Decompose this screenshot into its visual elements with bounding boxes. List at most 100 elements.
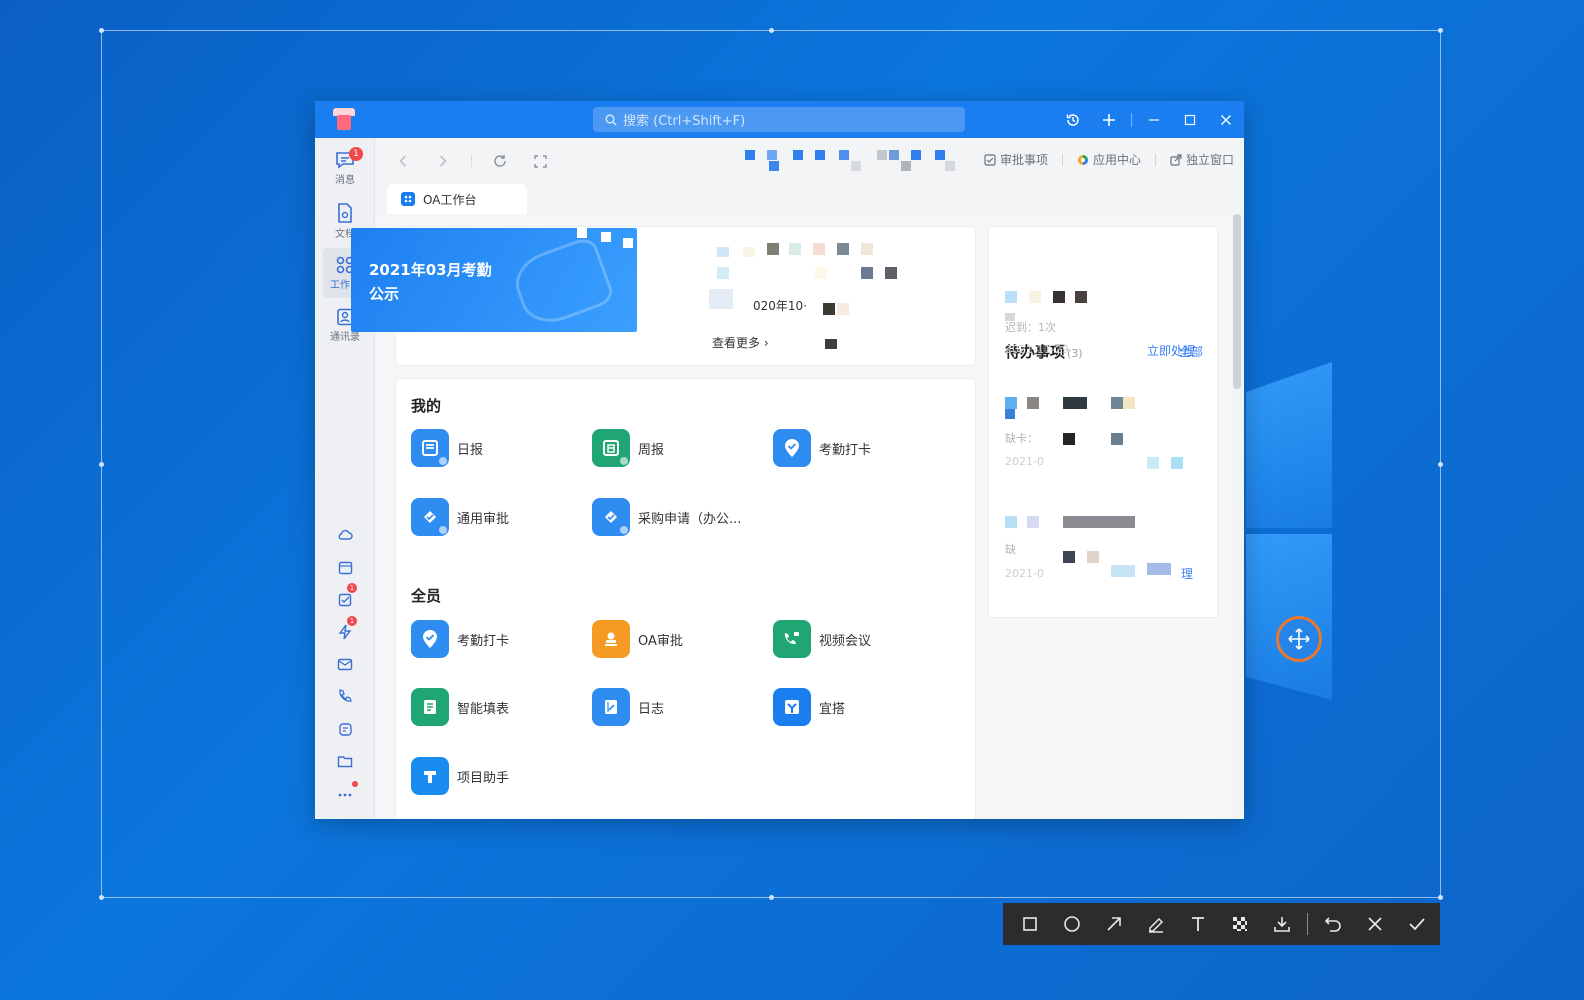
notes-icon[interactable] [335,719,355,739]
all-section-title: 全员 [411,587,442,605]
mail-icon[interactable] [335,654,355,674]
fullscreen-button[interactable] [530,151,550,171]
selection-handle[interactable] [1438,28,1443,33]
selection-handle[interactable] [99,462,104,467]
process-now-button[interactable]: 立即处理 [1147,342,1195,359]
divider [1307,913,1308,935]
app-label: 宜搭 [819,701,846,717]
search-placeholder: 搜索 (Ctrl+Shift+F) [623,114,746,129]
phone-icon[interactable] [335,686,355,706]
forward-button[interactable] [433,151,453,171]
chevron-right-icon: › [763,336,769,350]
approvals-link[interactable]: 审批事项 [984,151,1048,168]
unread-badge: 1 [349,147,363,161]
app-label: 智能填表 [457,701,510,717]
video-call-icon [773,620,811,658]
cancel-icon[interactable] [1354,903,1396,945]
divider [1154,153,1156,166]
checkbox-icon [984,153,996,166]
more-dot [352,781,358,787]
app-label: 周报 [638,442,665,458]
app-label: 通用审批 [457,511,510,527]
app-center-label: 应用中心 [1092,153,1141,167]
text-tool-icon[interactable] [1177,903,1219,945]
scrollbar[interactable] [1233,214,1241,389]
standalone-window-link[interactable]: 独立窗口 [1170,151,1234,168]
ellipse-tool-icon[interactable] [1051,903,1093,945]
mosaic-tool-icon[interactable] [1219,903,1261,945]
app-center-icon [1077,154,1088,165]
app-tile-attendance[interactable]: 考勤打卡 [773,429,871,467]
rectangle-tool-icon[interactable] [1009,903,1051,945]
ding-badge: 1 [347,616,357,626]
app-label: 日志 [638,701,665,717]
tab-oa-workbench[interactable]: OA工作台 [387,184,527,214]
todo-item3-date: 2021-0 [1005,567,1044,580]
app-tile-smart-form[interactable]: 智能填表 [411,688,509,726]
app-tile-log[interactable]: 日志 [592,688,664,726]
download-icon[interactable] [1261,903,1303,945]
more-icon[interactable] [335,781,358,805]
app-tile-daily-report[interactable]: 日报 [411,429,483,467]
pen-tool-icon[interactable] [1135,903,1177,945]
purchase-icon [592,498,630,536]
selection-handle[interactable] [99,28,104,33]
search-input[interactable]: 搜索 (Ctrl+Shift+F) [593,107,965,132]
app-label: 日报 [457,442,484,458]
todo-count: (3) [1067,347,1083,360]
history-icon[interactable] [1055,101,1091,138]
attendance-banner[interactable]: 2021年03月考勤 公示 [351,228,637,332]
app-tile-yida[interactable]: 宜搭 [773,688,845,726]
todo-item1-date: 2021-11-29 [1005,343,1069,356]
selection-handle[interactable] [1438,462,1443,467]
task-badge: 1 [347,583,357,593]
app-tile-oa-approval[interactable]: OA审批 [592,620,683,658]
task-icon[interactable]: 1 [335,583,357,609]
divider [471,155,472,167]
pixelated-org-selector[interactable] [745,150,965,172]
approvals-label: 审批事项 [999,153,1048,167]
mine-section-title: 我的 [411,397,442,415]
oa-app-window: 搜索 (Ctrl+Shift+F) 消息 1 文档 工作台 通讯录 1 1 审批… [315,101,1244,819]
banner-title-line1: 2021年03月考勤 [369,261,492,279]
arrow-tool-icon[interactable] [1093,903,1135,945]
app-label: OA审批 [638,633,683,649]
selection-handle[interactable] [769,28,774,33]
app-center-link[interactable]: 应用中心 [1077,151,1141,168]
app-tile-weekly-report[interactable]: 周报 [592,429,664,467]
selection-handle[interactable] [769,895,774,900]
process-link-partial[interactable]: 理 [1181,565,1193,582]
close-button[interactable] [1208,101,1244,138]
minimize-button[interactable] [1136,101,1172,138]
back-button[interactable] [393,151,413,171]
maximize-button[interactable] [1172,101,1208,138]
selection-handle[interactable] [99,895,104,900]
banner-title-line2: 公示 [369,285,400,303]
cloud-icon[interactable] [335,525,355,545]
standalone-window-label: 独立窗口 [1185,153,1234,167]
app-tile-general-approval[interactable]: 通用审批 [411,498,509,536]
form-icon [411,688,449,726]
undo-icon[interactable] [1312,903,1354,945]
pixelated-area [577,228,637,250]
refresh-button[interactable] [490,151,510,171]
app-tile-project-assistant[interactable]: 项目助手 [411,757,509,795]
rail-item-messages[interactable]: 消息 1 [323,143,367,193]
snip-toolbar [1003,903,1440,945]
folder-icon[interactable] [335,751,355,771]
confirm-icon[interactable] [1396,903,1438,945]
project-icon [411,757,449,795]
todo-item3-detail: 缺 [1005,543,1016,556]
tab-label: OA工作台 [423,192,477,207]
see-more-link[interactable]: 查看更多 › [712,334,769,351]
rail-label: 消息 [335,174,355,186]
app-tile-video-meeting[interactable]: 视频会议 [773,620,871,658]
app-tile-purchase[interactable]: 采购申请（办公... [592,498,741,536]
selection-handle[interactable] [1438,895,1443,900]
divider [1131,112,1132,127]
popout-icon [1170,153,1182,166]
lightning-icon[interactable]: 1 [335,616,357,642]
app-tile-attendance-all[interactable]: 考勤打卡 [411,620,509,658]
add-icon[interactable] [1091,101,1127,138]
calendar-icon[interactable] [335,557,355,577]
